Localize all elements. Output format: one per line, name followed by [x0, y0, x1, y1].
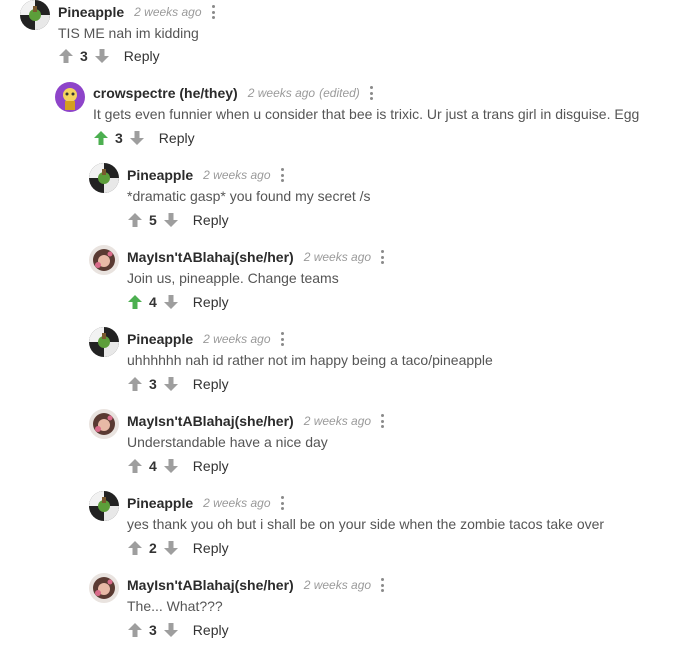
reply-button[interactable]: Reply [193, 212, 229, 228]
vote-count: 3 [149, 376, 157, 392]
more-options-icon[interactable] [369, 86, 374, 100]
comment-author[interactable]: MayIsn'tABlahaj(she/her) [127, 577, 294, 593]
more-options-icon[interactable] [381, 250, 385, 264]
upvote-icon[interactable] [127, 212, 143, 228]
comment-text: Understandable have a nice day [127, 434, 328, 450]
downvote-icon[interactable] [163, 294, 179, 310]
comment-timestamp[interactable]: 2 weeks ago [248, 86, 315, 100]
may-avatar[interactable] [89, 245, 119, 275]
downvote-icon[interactable] [163, 622, 179, 638]
reply-button[interactable]: Reply [193, 622, 229, 638]
upvote-icon[interactable] [127, 376, 143, 392]
more-options-icon[interactable] [381, 578, 385, 592]
pineapple-avatar[interactable] [89, 163, 119, 193]
vote-count: 3 [115, 130, 123, 146]
upvote-icon[interactable] [127, 540, 143, 556]
pineapple-avatar[interactable] [89, 491, 119, 521]
comment-text: uhhhhhh nah id rather not im happy being… [127, 352, 493, 368]
reply-button[interactable]: Reply [193, 458, 229, 474]
comment-author[interactable]: Pineapple [127, 495, 193, 511]
comment-text: It gets even funnier when u consider tha… [93, 106, 640, 122]
pineapple-avatar[interactable] [89, 327, 119, 357]
upvote-icon[interactable] [58, 48, 74, 64]
pineapple-avatar[interactable] [20, 0, 50, 30]
comment-timestamp[interactable]: 2 weeks ago [134, 5, 201, 19]
vote-count: 5 [149, 212, 157, 228]
may-avatar[interactable] [89, 409, 119, 439]
upvote-icon[interactable] [127, 458, 143, 474]
vote-count: 2 [149, 540, 157, 556]
comment-author[interactable]: Pineapple [127, 167, 193, 183]
edited-label: (edited) [319, 86, 360, 100]
crow-avatar[interactable] [55, 82, 85, 112]
downvote-icon[interactable] [163, 212, 179, 228]
comment-author[interactable]: MayIsn'tABlahaj(she/her) [127, 413, 294, 429]
downvote-icon[interactable] [129, 130, 145, 146]
downvote-icon[interactable] [94, 48, 110, 64]
more-options-icon[interactable] [280, 332, 285, 346]
downvote-icon[interactable] [163, 540, 179, 556]
vote-count: 4 [149, 458, 157, 474]
may-avatar[interactable] [89, 573, 119, 603]
comment-text: *dramatic gasp* you found my secret /s [127, 188, 371, 204]
comment-author[interactable]: Pineapple [127, 331, 193, 347]
comment-timestamp[interactable]: 2 weeks ago [304, 578, 371, 592]
comment-timestamp[interactable]: 2 weeks ago [203, 332, 270, 346]
comment-timestamp[interactable]: 2 weeks ago [304, 250, 371, 264]
comment-timestamp[interactable]: 2 weeks ago [203, 168, 270, 182]
more-options-icon[interactable] [280, 496, 285, 510]
reply-button[interactable]: Reply [193, 376, 229, 392]
downvote-icon[interactable] [163, 458, 179, 474]
upvote-icon[interactable] [93, 130, 109, 146]
reply-button[interactable]: Reply [159, 130, 195, 146]
comment-author[interactable]: Pineapple [58, 4, 124, 20]
vote-count: 3 [149, 622, 157, 638]
comment-author[interactable]: crowspectre (he/they) [93, 85, 238, 101]
more-options-icon[interactable] [381, 414, 385, 428]
comment-timestamp[interactable]: 2 weeks ago [203, 496, 270, 510]
comment-text: yes thank you oh but i shall be on your … [127, 516, 605, 532]
comment-text: The... What??? [127, 598, 223, 614]
comment-author[interactable]: MayIsn'tABlahaj(she/her) [127, 249, 294, 265]
more-options-icon[interactable] [211, 5, 216, 19]
reply-button[interactable]: Reply [193, 294, 229, 310]
comment-timestamp[interactable]: 2 weeks ago [304, 414, 371, 428]
reply-button[interactable]: Reply [124, 48, 160, 64]
comment-text: Join us, pineapple. Change teams [127, 270, 339, 286]
upvote-icon[interactable] [127, 294, 143, 310]
vote-count: 4 [149, 294, 157, 310]
upvote-icon[interactable] [127, 622, 143, 638]
reply-button[interactable]: Reply [193, 540, 229, 556]
more-options-icon[interactable] [280, 168, 285, 182]
comment-text: TIS ME nah im kidding [58, 25, 199, 41]
downvote-icon[interactable] [163, 376, 179, 392]
vote-count: 3 [80, 48, 88, 64]
